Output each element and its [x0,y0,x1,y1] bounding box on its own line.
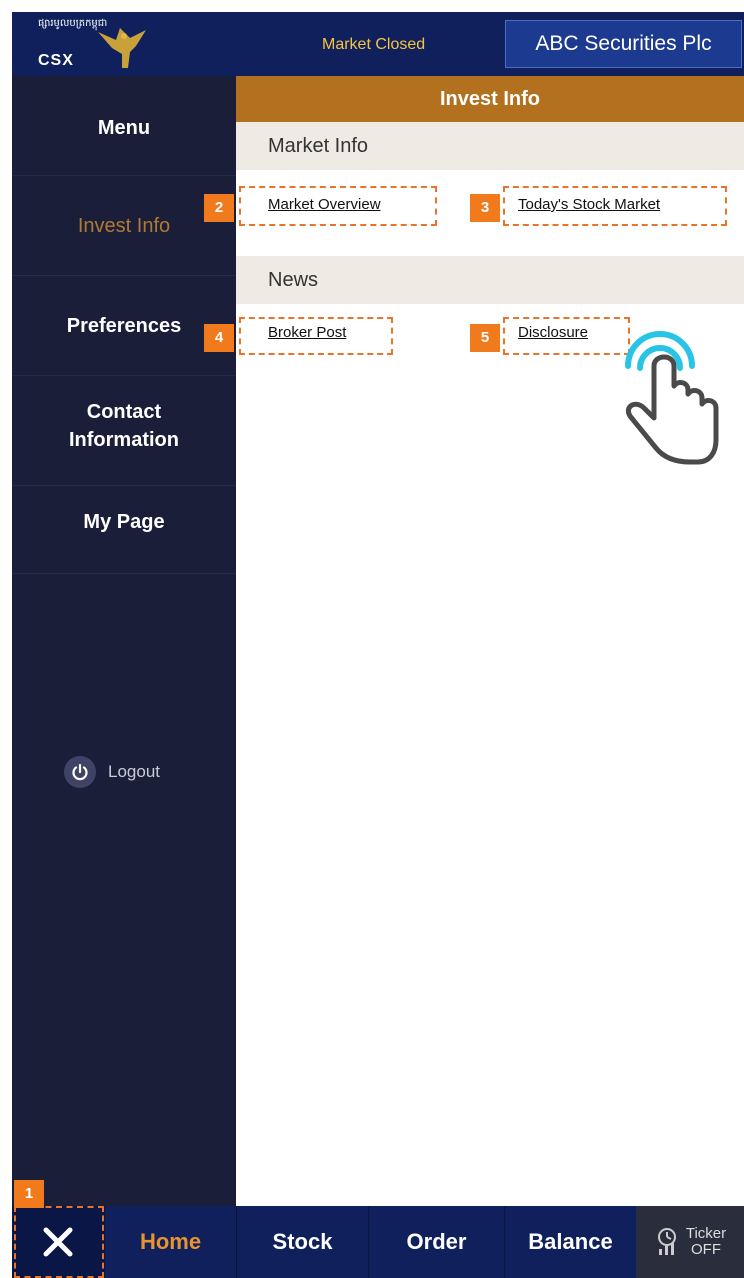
ticker-icon [657,1228,676,1255]
highlight-box-close [14,1206,104,1278]
csx-bird-icon [98,28,146,68]
highlight-box-broker-post [239,317,393,355]
highlight-box-todays-stock-market [503,186,727,226]
tab-home[interactable]: Home [104,1206,236,1278]
invest-info-panel: Invest Info Market Info Market Overview … [236,76,744,1206]
annotation-badge-2: 2 [204,194,234,222]
logout-label: Logout [108,762,160,781]
power-icon [64,756,96,788]
page-title: Invest Info [236,76,744,122]
sidebar-item-preferences[interactable]: Preferences [12,276,236,376]
section-news: News [236,256,744,304]
sidebar-item-contact-information[interactable]: Contact Information [12,376,236,486]
tab-stock[interactable]: Stock [236,1206,368,1278]
sidebar-item-my-page[interactable]: My Page [12,486,236,574]
annotation-badge-5: 5 [470,324,500,352]
sidebar-menu: Menu Invest Info Preferences Contact Inf… [12,76,236,1206]
bottom-nav: Home Stock Order Balance Ticker OFF [12,1206,744,1278]
ticker-state: OFF [691,1241,721,1258]
annotation-badge-4: 4 [204,324,234,352]
tab-balance[interactable]: Balance [504,1206,636,1278]
sidebar-item-menu[interactable]: Menu [12,76,236,176]
annotation-badge-1: 1 [14,1180,44,1208]
annotation-badge-3: 3 [470,194,500,222]
logo-csx-text: CSX [38,52,74,69]
logout-button[interactable]: Logout [64,756,160,788]
market-status: Market Closed [322,36,426,53]
sidebar-item-invest-info[interactable]: Invest Info [12,176,236,276]
broker-name: ABC Securities Plc [505,20,742,68]
tap-hand-icon [606,318,726,473]
ticker-label: Ticker [685,1225,727,1242]
csx-logo[interactable]: ផ្សារមូលបត្រកម្ពុជា CSX [24,12,164,76]
section-market-info: Market Info [236,122,744,170]
tab-order[interactable]: Order [368,1206,504,1278]
highlight-box-market-overview [239,186,437,226]
top-bar: ផ្សារមូលបត្រកម្ពុជា CSX Market Closed AB… [12,12,744,76]
ticker-toggle[interactable]: Ticker OFF [636,1206,744,1278]
